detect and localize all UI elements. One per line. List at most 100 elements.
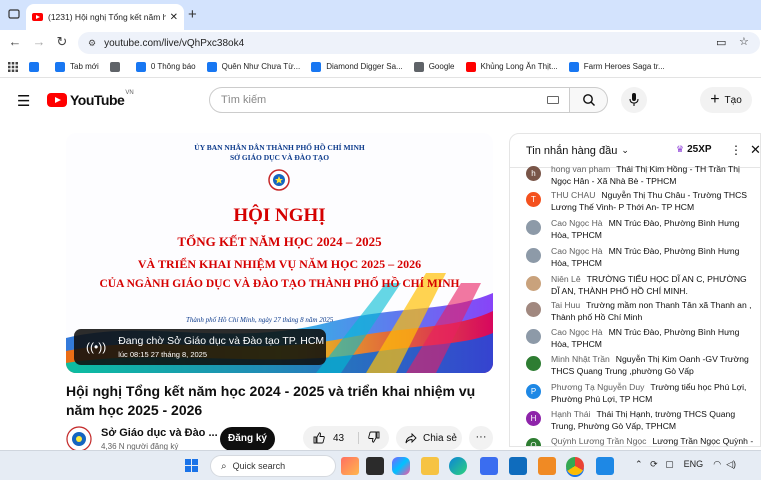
search-input[interactable]: Tìm kiếm (209, 87, 570, 113)
bookmark-item[interactable] (109, 61, 125, 72)
language-indicator[interactable]: ENG (684, 459, 704, 469)
chat-author[interactable]: THU CHAU (551, 190, 595, 200)
url-omnibox[interactable]: ⚙ youtube.com/live/vQhPxc38ok4 ▭ ☆ (78, 32, 760, 54)
chat-author[interactable]: Phương Tạ Nguyễn Duy (551, 382, 644, 392)
copilot-icon[interactable] (392, 457, 410, 475)
chat-author[interactable]: Cao Ngọc Hà (551, 327, 603, 337)
apps-grid-icon[interactable] (8, 61, 18, 72)
edge-browser-icon[interactable] (449, 457, 467, 475)
chat-message-body: Cao Ngọc Hà MN Trúc Đào, Phường Bình Hưng… (551, 218, 756, 241)
chat-avatar[interactable] (526, 248, 541, 263)
taskbar-search-box[interactable]: ⌕ Quick search (210, 455, 336, 477)
chat-author[interactable]: Tai Huu (551, 300, 580, 310)
chat-avatar[interactable]: Q (526, 438, 541, 446)
banner-org-line2: SỞ GIÁO DỤC VÀ ĐÀO TẠO (229, 153, 330, 162)
chat-mode-selector[interactable]: Tin nhắn hàng đầu (526, 145, 617, 157)
chat-avatar[interactable]: H (526, 411, 541, 426)
chat-author[interactable]: Cao Ngọc Hà (551, 246, 603, 256)
wifi-icon[interactable]: ◠ (713, 459, 721, 469)
chat-message[interactable]: h hong van pham Thái Thị Kim Hồng - TH Trầ… (526, 164, 756, 187)
chat-author[interactable]: Cao Ngọc Hà (551, 218, 603, 228)
chat-message[interactable]: Minh Nhật Trần Nguyễn Thị Kim Oanh -GV Tr… (526, 354, 756, 377)
chat-message[interactable]: H Hạnh Thái Thái Thị Hạnh, trường THCS Qua… (526, 409, 756, 432)
task-view-icon[interactable] (366, 457, 384, 475)
bookmark-item[interactable]: Tab mới (55, 61, 99, 72)
chat-avatar[interactable]: h (526, 166, 541, 181)
tab-search-icon[interactable] (7, 7, 21, 21)
browser-tab[interactable]: (1231) Hội nghị Tổng kết năm h ✕ (26, 4, 184, 30)
chrome-browser-icon[interactable] (566, 457, 584, 475)
chat-avatar[interactable]: T (526, 192, 541, 207)
reload-icon[interactable]: ↻ (53, 34, 71, 50)
chat-avatar[interactable] (526, 329, 541, 344)
dislike-button[interactable] (359, 431, 380, 446)
windows-start-icon[interactable] (185, 459, 199, 473)
chat-message[interactable]: Cao Ngọc Hà MN Trúc Đào, Phường Bình Hưng… (526, 327, 756, 350)
keyboard-icon[interactable] (547, 96, 559, 104)
chat-message[interactable]: Niên Lê TRƯỜNG TIỂU HỌC DĨ AN C, PHƯỜNG D… (526, 274, 756, 297)
share-label: Chia sẻ (423, 432, 457, 444)
chat-avatar[interactable] (526, 220, 541, 235)
chat-xp-value: 25XP (687, 144, 712, 155)
hamburger-menu-icon[interactable]: ☰ (17, 92, 30, 110)
chat-author[interactable]: Minh Nhật Trần (551, 354, 610, 364)
chat-close-icon[interactable]: ✕ (750, 142, 760, 158)
chat-xp-badge[interactable]: ♛ 25XP (676, 144, 712, 155)
chat-message[interactable]: T THU CHAU Nguyễn Thị Thu Châu - Trường TH… (526, 190, 756, 213)
more-actions-button[interactable]: ··· (469, 426, 493, 450)
chat-avatar[interactable]: P (526, 384, 541, 399)
bookmark-item[interactable]: Google (413, 61, 455, 72)
chat-avatar[interactable] (526, 356, 541, 371)
video-player[interactable]: ỦY BAN NHÂN DÂN THÀNH PHỐ HỒ CHÍ MINH SỞ… (66, 133, 493, 373)
network-icon[interactable]: ▢ (665, 459, 674, 469)
chat-message[interactable]: Q Quỳnh Lương Trần Ngọc Lương Trần Ngọc Qu… (526, 436, 756, 446)
voice-search-button[interactable] (621, 87, 647, 113)
chat-message[interactable]: Tai Huu Trường mầm non Thanh Tân xã Thanh… (526, 300, 756, 323)
bookmark-item[interactable]: Quên Như Chưa Từ... (206, 61, 300, 72)
subscribe-button[interactable]: Đăng ký (220, 427, 275, 451)
chevron-up-icon[interactable]: ⌃ (635, 459, 643, 469)
share-button[interactable]: Chia sẻ (396, 426, 462, 450)
chat-message[interactable]: Cao Ngọc Hà MN Trúc Đào, Phường Bình Hưng… (526, 246, 756, 269)
store-icon[interactable] (480, 457, 498, 475)
bookmark-item[interactable] (29, 61, 44, 72)
bookmark-item[interactable]: 0 Thông báo (135, 61, 196, 72)
chat-avatar[interactable] (526, 302, 541, 317)
bookmark-item[interactable]: Diamond Digger Sa... (311, 61, 403, 72)
bookmark-item[interactable]: Khủng Long Ăn Thịt... (465, 61, 558, 72)
volume-icon[interactable]: ◁) (726, 459, 736, 469)
sync-icon[interactable]: ⟳ (650, 459, 658, 469)
chat-avatar[interactable] (526, 276, 541, 291)
create-button[interactable]: + Tạo (700, 87, 752, 113)
chevron-down-icon[interactable]: ⌄ (621, 145, 629, 156)
chat-author[interactable]: Hạnh Thái (551, 409, 591, 419)
widget-icon[interactable] (341, 457, 359, 475)
chat-message-body: hong van pham Thái Thị Kim Hồng - TH Trần… (551, 164, 756, 187)
channel-name[interactable]: Sở Giáo dục và Đào ... (101, 427, 218, 439)
outlook-icon[interactable] (509, 457, 527, 475)
app-icon-2[interactable] (596, 457, 614, 475)
like-button[interactable]: 43 (303, 432, 359, 444)
channel-avatar[interactable] (66, 426, 92, 452)
bookmark-label: Khủng Long Ăn Thịt... (480, 62, 558, 71)
bookmarks-bar: Tab mới 0 Thông báo Quên Như Chưa Từ... Dia… (0, 56, 761, 78)
back-icon[interactable]: ← (6, 34, 24, 49)
youtube-logo[interactable]: YouTube VN (47, 90, 134, 108)
bookmark-item[interactable]: Farm Heroes Saga tr... (568, 61, 665, 72)
cast-icon[interactable]: ▭ (716, 36, 726, 49)
tab-close-icon[interactable]: ✕ (170, 12, 178, 23)
chat-author[interactable]: Quỳnh Lương Trần Ngọc (551, 436, 646, 446)
new-tab-icon[interactable]: + (188, 6, 197, 23)
forward-icon[interactable]: → (30, 34, 48, 49)
bookmark-favicon-icon (465, 61, 476, 72)
search-button[interactable] (570, 87, 608, 113)
file-explorer-icon[interactable] (421, 457, 439, 475)
chat-author[interactable]: hong van pham (551, 164, 610, 174)
chat-author[interactable]: Niên Lê (551, 274, 581, 284)
site-info-icon[interactable]: ⚙ (88, 38, 96, 49)
app-icon[interactable] (538, 457, 556, 475)
chat-message[interactable]: Cao Ngọc Hà MN Trúc Đào, Phường Bình Hưng… (526, 218, 756, 241)
chat-message[interactable]: P Phương Tạ Nguyễn Duy Trường tiểu học Phú… (526, 382, 756, 405)
bookmark-star-icon[interactable]: ☆ (739, 35, 749, 48)
chat-more-icon[interactable]: ⋮ (730, 143, 742, 157)
